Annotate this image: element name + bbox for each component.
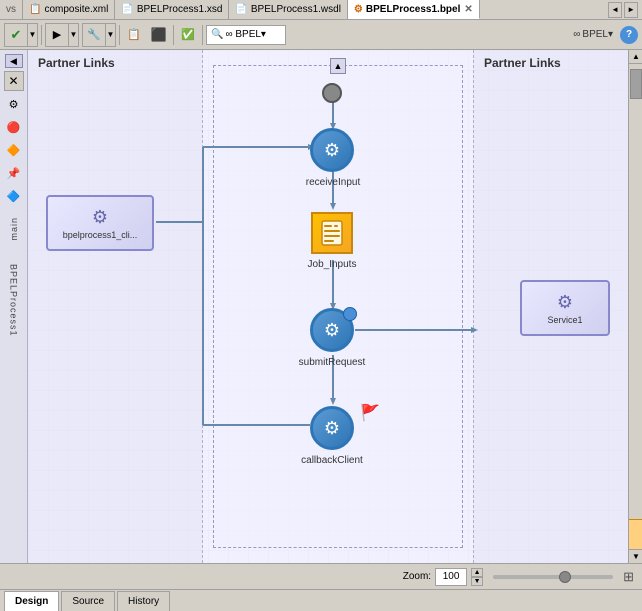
- partner-box-left-label: bpelprocess1_cli...: [63, 230, 138, 240]
- partner-links-left-header: Partner Links: [28, 50, 202, 76]
- dropdown-label: ∞ BPEL▾: [225, 29, 266, 40]
- submit-request-node[interactable]: ⚙: [310, 308, 354, 352]
- zoom-input[interactable]: [435, 568, 467, 586]
- left-palette: ◀ ✕ ⚙ 🔴 🔶 📌 🔷 main BPELProcess1: [0, 50, 28, 563]
- submit-request-label: submitRequest: [283, 357, 381, 368]
- save-btn-group: ✔ ▼: [4, 23, 38, 47]
- partner-box-left-icon: ⚙: [92, 207, 108, 228]
- xsd-icon: 📄: [121, 4, 133, 15]
- btn-group-2: 🔧 ▼: [82, 23, 116, 47]
- tab-scroll-left[interactable]: ◄: [608, 2, 622, 18]
- status-bar: Zoom: ▲ ▼ ⊞: [0, 563, 642, 589]
- tab-xsd[interactable]: 📄 BPELProcess1.xsd: [115, 0, 229, 19]
- palette-icon-2[interactable]: ⚙: [4, 94, 24, 114]
- scroll-track: [629, 64, 642, 519]
- tab-bar: vs 📋 composite.xml 📄 BPELProcess1.xsd 📄 …: [0, 0, 642, 20]
- bpel-text: BPEL▾: [582, 29, 613, 40]
- tab-scroll-right[interactable]: ►: [624, 2, 638, 18]
- job-inputs-node-fix[interactable]: [311, 212, 353, 254]
- partner-box-right-label: Service1: [547, 315, 582, 325]
- zoom-spinner: ▲ ▼: [471, 568, 483, 586]
- partner-box-right[interactable]: ⚙ Service1: [520, 280, 610, 336]
- submit-request-icon: ⚙: [324, 320, 340, 341]
- history-tab-label: History: [128, 596, 159, 607]
- bpel-toolbar-label: ∞ BPEL▾: [569, 29, 617, 40]
- save-button[interactable]: ✔: [5, 24, 27, 46]
- palette-icon-6[interactable]: 🔷: [4, 186, 24, 206]
- tab-nav-buttons: ◄ ►: [604, 0, 642, 19]
- zoom-fit-icon[interactable]: ⊞: [623, 569, 634, 585]
- callback-node[interactable]: ⚙: [310, 406, 354, 450]
- tab-bpel[interactable]: ⚙ BPELProcess1.bpel ✕: [348, 0, 480, 19]
- palette-label-bpel: BPELProcess1: [9, 264, 19, 337]
- run-btn-group: ▶ ▼: [45, 23, 79, 47]
- palette-icon-3[interactable]: 🔴: [4, 117, 24, 137]
- partner-links-right-panel: Partner Links ⚙ Service1: [473, 50, 628, 563]
- assign-svg: [318, 219, 346, 247]
- tab-design[interactable]: Design: [4, 591, 59, 611]
- run-dropdown[interactable]: ▼: [68, 24, 78, 46]
- callback-flag: 🚩: [360, 403, 380, 423]
- zoom-down-btn[interactable]: ▼: [471, 577, 483, 586]
- collapse-palette-btn[interactable]: ◀: [5, 54, 23, 68]
- submit-badge: [343, 307, 357, 321]
- palette-label-main: main: [9, 217, 19, 241]
- process-collapse-btn[interactable]: ▲: [330, 58, 346, 74]
- bpel-icon: ⚙: [354, 4, 363, 15]
- composite-icon: 📋: [29, 4, 41, 15]
- zoom-slider-track[interactable]: [493, 575, 613, 579]
- validate-button[interactable]: ✅: [177, 24, 199, 46]
- zoom-slider-thumb[interactable]: [559, 571, 571, 583]
- design-tab-label: Design: [15, 596, 48, 607]
- scroll-thumb[interactable]: [630, 69, 642, 99]
- component-dropdown[interactable]: 🔍 ∞ BPEL▾: [206, 25, 286, 45]
- bpel-close[interactable]: ✕: [464, 4, 472, 15]
- help-button[interactable]: ?: [620, 26, 638, 44]
- canvas-area: Partner Links ⚙ bpelprocess1_cli... ▲ Pa…: [28, 50, 628, 563]
- receive-input-node[interactable]: ⚙: [310, 128, 354, 172]
- main-content: ◀ ✕ ⚙ 🔴 🔶 📌 🔷 main BPELProcess1 Partner …: [0, 50, 642, 563]
- callback-label: callbackClient: [283, 455, 381, 466]
- debug-button[interactable]: 🔧: [83, 24, 105, 46]
- composite-label: composite.xml: [44, 4, 108, 15]
- save-dropdown[interactable]: ▼: [27, 24, 37, 46]
- dropdown-icon: 🔍: [211, 29, 223, 40]
- tab-source[interactable]: Source: [61, 591, 115, 611]
- tab-history[interactable]: History: [117, 591, 170, 611]
- palette-icon-5[interactable]: 📌: [4, 163, 24, 183]
- tab-vs: vs: [0, 0, 23, 19]
- scroll-up-btn[interactable]: ▲: [629, 50, 642, 64]
- process-area: ▲: [203, 50, 473, 563]
- partner-links-right-header: Partner Links: [474, 50, 628, 76]
- zoom-label: Zoom:: [403, 571, 431, 582]
- tab-composite[interactable]: 📋 composite.xml: [23, 0, 115, 19]
- run-button[interactable]: ▶: [46, 24, 68, 46]
- right-scrollbar: ▲ ▼: [628, 50, 642, 563]
- infinity-icon: ∞: [573, 29, 580, 40]
- toolbar: ✔ ▼ ▶ ▼ 🔧 ▼ 📋 ⬛ ✅ 🔍 ∞ BPEL▾ ∞ BPEL▾ ?: [0, 20, 642, 50]
- partner-links-left-panel: Partner Links ⚙ bpelprocess1_cli...: [28, 50, 203, 563]
- wsdl-label: BPELProcess1.wsdl: [251, 4, 341, 15]
- toolbar-btn-3[interactable]: 📋: [123, 24, 145, 46]
- zoom-up-btn[interactable]: ▲: [471, 568, 483, 577]
- bottom-tab-bar: Design Source History: [0, 589, 642, 611]
- right-edge-bar: [629, 519, 642, 549]
- partner-box-left[interactable]: ⚙ bpelprocess1_cli...: [46, 195, 154, 251]
- partner-box-right-icon: ⚙: [557, 292, 573, 313]
- debug-dropdown[interactable]: ▼: [105, 24, 115, 46]
- wsdl-icon: 📄: [235, 4, 247, 15]
- source-tab-label: Source: [72, 596, 104, 607]
- toolbar-btn-4[interactable]: ⬛: [148, 24, 170, 46]
- scroll-down-btn[interactable]: ▼: [629, 549, 642, 563]
- palette-icon-4[interactable]: 🔶: [4, 140, 24, 160]
- receive-input-label: receiveInput: [286, 177, 380, 188]
- callback-icon: ⚙: [324, 418, 340, 439]
- job-inputs-label: Job_Inputs: [290, 259, 374, 270]
- bpel-label: BPELProcess1.bpel: [366, 4, 460, 15]
- start-node: [322, 83, 342, 103]
- palette-icon-1[interactable]: ✕: [4, 71, 24, 91]
- receive-input-icon: ⚙: [324, 140, 340, 161]
- xsd-label: BPELProcess1.xsd: [137, 4, 223, 15]
- tab-wsdl[interactable]: 📄 BPELProcess1.wsdl: [229, 0, 348, 19]
